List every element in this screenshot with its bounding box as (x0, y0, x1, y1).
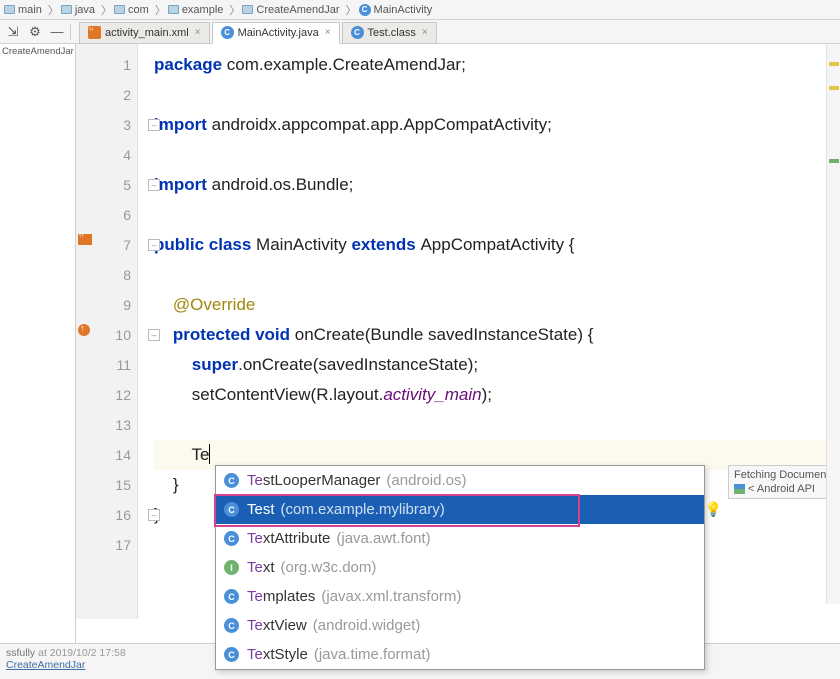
collapse-icon[interactable]: — (46, 22, 68, 42)
sidebar-label: CreateAmendJar (0, 44, 75, 59)
override-icon[interactable] (78, 324, 90, 339)
doc-status-text: Fetching Document (734, 469, 834, 481)
autocomplete-item[interactable]: CTextView(android.widget) (216, 611, 704, 640)
class-icon: C (224, 502, 239, 517)
code-line (154, 80, 840, 110)
code-line (154, 410, 840, 440)
tab-mainactivity-java[interactable]: C MainActivity.java × (212, 22, 340, 44)
tab-label: Test.class (368, 27, 416, 39)
chart-icon (734, 484, 745, 494)
fold-icon[interactable]: – (148, 179, 160, 191)
code-line (154, 200, 840, 230)
close-icon[interactable]: × (325, 27, 331, 38)
package-hint: (android.os) (386, 472, 466, 489)
class-icon: C (224, 531, 239, 546)
chevron-right-icon: 〉 (101, 2, 112, 18)
package-hint: (com.example.mylibrary) (281, 501, 445, 518)
close-icon[interactable]: × (195, 27, 201, 38)
class-icon: C (221, 26, 234, 39)
typed-text: Te (191, 445, 209, 464)
close-icon[interactable]: × (422, 27, 428, 38)
scroll-marker-warning[interactable] (829, 86, 839, 90)
fold-icon[interactable]: – (148, 509, 160, 521)
folder-icon (61, 5, 72, 14)
folder-icon (114, 5, 125, 14)
code-line (154, 260, 840, 290)
class-icon: C (224, 647, 239, 662)
folder-icon (168, 5, 179, 14)
breadcrumb-item[interactable]: com (114, 4, 149, 16)
fold-icon[interactable]: – (148, 239, 160, 251)
package-hint: (android.widget) (313, 617, 421, 634)
autocomplete-item[interactable]: CTextAttribute(java.awt.font) (216, 524, 704, 553)
text-caret (209, 444, 210, 464)
separator (70, 24, 71, 40)
autocomplete-item[interactable]: CTestLooperManager(android.os) (216, 466, 704, 495)
autocomplete-popup: CTestLooperManager(android.os) CTest(com… (215, 465, 705, 670)
autocomplete-item-selected[interactable]: CTest(com.example.mylibrary) (216, 495, 704, 524)
code-line: @Override (154, 290, 840, 320)
class-icon: C (351, 26, 364, 39)
autocomplete-item[interactable]: IText(org.w3c.dom) (216, 553, 704, 582)
package-hint: (javax.xml.transform) (321, 588, 461, 605)
breadcrumb-item[interactable]: CMainActivity (359, 4, 433, 16)
breadcrumb-item[interactable]: java (61, 4, 95, 16)
breadcrumb-item[interactable]: main (4, 4, 42, 16)
code-line: –import android.os.Bundle; (154, 170, 840, 200)
doc-api-label: < Android API (748, 483, 815, 495)
scrollbar-track[interactable] (826, 44, 840, 604)
class-icon: C (224, 618, 239, 633)
toolbar: ⇲ ⚙ — activity_main.xml × C MainActivity.j… (0, 20, 840, 44)
chevron-right-icon: 〉 (346, 2, 357, 18)
class-icon: C (224, 589, 239, 604)
code-line: setContentView(R.layout.activity_main); (154, 380, 840, 410)
editor-tabs: activity_main.xml × C MainActivity.java × C… (79, 20, 439, 44)
class-icon: C (359, 4, 371, 16)
bulb-icon[interactable]: 💡 (705, 501, 722, 518)
chevron-right-icon: 〉 (229, 2, 240, 18)
autocomplete-item[interactable]: CTemplates(javax.xml.transform) (216, 582, 704, 611)
breadcrumb-item[interactable]: CreateAmendJar (242, 4, 339, 16)
autocomplete-item[interactable]: CTextStyle(java.time.format) (216, 640, 704, 669)
package-hint: (org.w3c.dom) (281, 559, 377, 576)
code-line (154, 140, 840, 170)
folder-icon (242, 5, 253, 14)
documentation-panel: Fetching Document < Android API (728, 465, 840, 499)
package-hint: (java.awt.font) (336, 530, 430, 547)
project-sidebar[interactable]: CreateAmendJar (0, 44, 76, 650)
code-line: –public class MainActivity extends AppCo… (154, 230, 840, 260)
fold-icon[interactable]: – (148, 329, 160, 341)
folder-icon (4, 5, 15, 14)
code-line: – protected void onCreate(Bundle savedIn… (154, 320, 840, 350)
code-line: package com.example.CreateAmendJar; (154, 50, 840, 80)
scroll-marker-warning[interactable] (829, 62, 839, 66)
xml-icon (88, 26, 101, 39)
code-line: –import androidx.appcompat.app.AppCompat… (154, 110, 840, 140)
package-hint: (java.time.format) (314, 646, 431, 663)
code-line: super.onCreate(savedInstanceState); (154, 350, 840, 380)
status-text: ssfully (6, 647, 35, 659)
status-timestamp: at 2019/10/2 17:58 (38, 647, 126, 659)
interface-icon: I (224, 560, 239, 575)
breadcrumb-item[interactable]: example (168, 4, 224, 16)
tab-test-class[interactable]: C Test.class × (342, 22, 437, 44)
class-icon: C (224, 473, 239, 488)
tab-label: activity_main.xml (105, 27, 189, 39)
chevron-right-icon: 〉 (48, 2, 59, 18)
tab-activity-main-xml[interactable]: activity_main.xml × (79, 22, 210, 44)
tab-label: MainActivity.java (238, 27, 319, 39)
fold-icon[interactable]: – (148, 119, 160, 131)
navigation-breadcrumb: main〉 java〉 com〉 example〉 CreateAmendJar… (0, 0, 840, 20)
gear-icon[interactable]: ⚙ (24, 22, 46, 42)
gutter-icon-column (76, 44, 98, 604)
status-link[interactable]: CreateAmendJar (6, 659, 85, 671)
chevron-right-icon: 〉 (155, 2, 166, 18)
expand-icon[interactable]: ⇲ (2, 22, 24, 42)
scroll-marker-ok[interactable] (829, 159, 839, 163)
implements-icon[interactable] (78, 234, 92, 248)
